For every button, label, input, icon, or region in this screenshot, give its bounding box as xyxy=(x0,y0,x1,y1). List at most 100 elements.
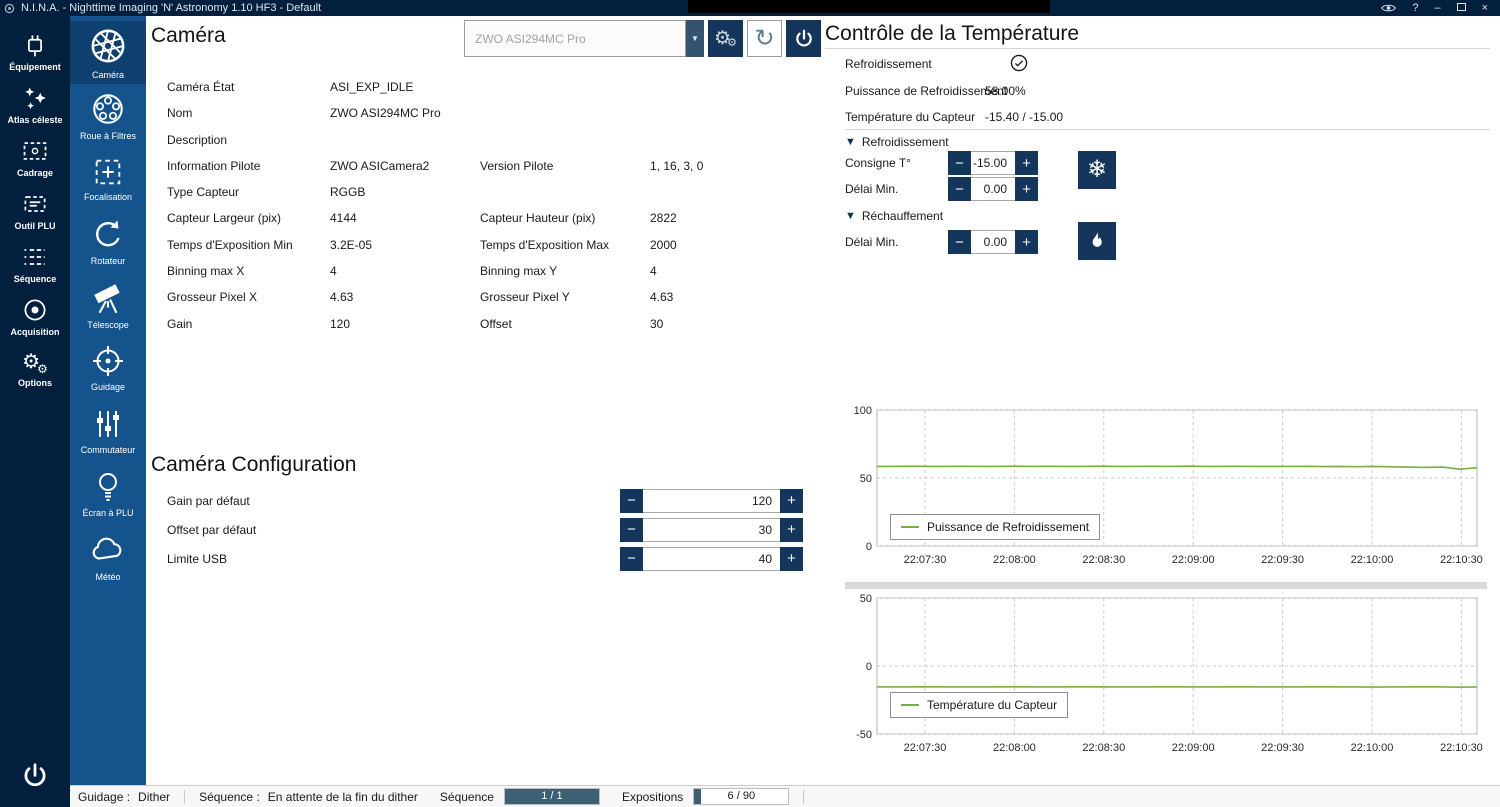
config-row-gain: Gain par défaut − + xyxy=(167,486,805,515)
info-value: 3.2E-05 xyxy=(330,237,373,252)
refresh-icon: ↻ xyxy=(754,25,775,52)
maximize-button[interactable] xyxy=(1456,1,1466,15)
minimize-button[interactable]: – xyxy=(1434,1,1440,15)
device-toolbar: ZWO ASI294MC Pro ▼ ⚙ ⚙ ↻ xyxy=(464,20,821,57)
sidebar-item-options[interactable]: ⚙ ⚙ Options xyxy=(0,343,70,396)
svg-text:22:08:30: 22:08:30 xyxy=(1082,554,1125,566)
imaging-icon xyxy=(21,296,49,324)
svg-text:22:10:00: 22:10:00 xyxy=(1351,742,1394,754)
flat-wizard-icon xyxy=(21,190,49,218)
decrement-button[interactable]: − xyxy=(620,517,643,542)
info-value xyxy=(650,127,790,153)
start-cooling-button[interactable]: ❄ xyxy=(1078,151,1116,189)
rescan-devices-button[interactable]: ↻ xyxy=(747,20,782,57)
cooling-duration-input[interactable] xyxy=(971,177,1015,201)
info-label: Version Pilote xyxy=(480,158,554,173)
warming-duration-input[interactable] xyxy=(971,230,1015,254)
cooler-label: Refroidissement xyxy=(845,57,932,71)
chevron-down-icon: ▼ xyxy=(691,34,699,43)
cooling-expander[interactable]: ▼ Refroidissement xyxy=(845,135,949,149)
chevron-down-icon: ▼ xyxy=(845,136,856,148)
connect-camera-button[interactable] xyxy=(786,20,821,57)
divider xyxy=(845,129,1490,130)
increment-button[interactable]: + xyxy=(780,488,803,513)
light-bulb-icon xyxy=(90,469,126,505)
shutdown-button[interactable] xyxy=(0,761,70,791)
divider xyxy=(825,48,1490,49)
rotator-icon xyxy=(90,217,126,253)
equipment-tab-focuser[interactable]: Focalisation xyxy=(70,147,146,210)
info-value: 4.63 xyxy=(650,290,674,305)
camera-select-value: ZWO ASI294MC Pro xyxy=(475,31,586,46)
sidebar-item-imaging[interactable]: Acquisition xyxy=(0,290,70,343)
equipment-tab-guider[interactable]: Guidage xyxy=(70,336,146,399)
chart-splitter[interactable] xyxy=(845,582,1487,589)
sequence-progress-text: 1 / 1 xyxy=(541,790,563,802)
info-value: RGGB xyxy=(330,185,366,200)
target-temp-input[interactable] xyxy=(971,151,1015,175)
decrement-button[interactable]: − xyxy=(948,151,971,175)
decrement-button[interactable]: − xyxy=(620,546,643,571)
svg-text:22:10:00: 22:10:00 xyxy=(1351,554,1394,566)
info-value: 4144 xyxy=(330,211,357,226)
equipment-tab-switch[interactable]: Commutateur xyxy=(70,399,146,462)
sidebar-item-equipment[interactable]: Équipement xyxy=(0,25,70,78)
usb-limit-input[interactable] xyxy=(643,546,780,571)
sidebar-item-sequence[interactable]: Séquence xyxy=(0,237,70,290)
camera-select-dropdown-button[interactable]: ▼ xyxy=(686,20,704,57)
framing-icon xyxy=(21,137,49,165)
info-label xyxy=(480,127,650,153)
info-label: Binning max X xyxy=(167,264,245,279)
equipment-icon xyxy=(21,31,49,59)
window-title: N.I.N.A. - Nighttime Imaging 'N' Astrono… xyxy=(21,2,322,14)
decrement-button[interactable]: − xyxy=(620,488,643,513)
focuser-icon xyxy=(91,155,125,189)
sidebar-item-framing[interactable]: Cadrage xyxy=(0,131,70,184)
equipment-tab-weather[interactable]: Météo xyxy=(70,525,146,588)
power-icon xyxy=(20,761,50,791)
svg-text:22:08:30: 22:08:30 xyxy=(1082,742,1125,754)
options-gears-icon: ⚙ ⚙ xyxy=(22,350,48,376)
help-button[interactable]: ? xyxy=(1412,1,1418,15)
svg-text:22:09:00: 22:09:00 xyxy=(1172,742,1215,754)
equipment-tab-flat-panel[interactable]: Écran à PLU xyxy=(70,462,146,525)
equipment-tab-telescope[interactable]: Télescope xyxy=(70,273,146,336)
decrement-button[interactable]: − xyxy=(948,177,971,201)
start-warming-button[interactable] xyxy=(1078,222,1116,260)
filter-wheel-icon xyxy=(89,90,127,128)
decrement-button[interactable]: − xyxy=(948,230,971,254)
increment-button[interactable]: + xyxy=(1015,177,1038,201)
info-label: Binning max Y xyxy=(480,264,558,279)
camera-settings-button[interactable]: ⚙ ⚙ xyxy=(708,20,743,57)
sensor-temp-chart: -50 0 50 22:07:30 22:08:00 22:08:30 22:09:00 22… xyxy=(845,590,1487,762)
svg-text:22:09:30: 22:09:30 xyxy=(1261,554,1304,566)
cooling-duration-stepper: − + xyxy=(948,177,1038,201)
increment-button[interactable]: + xyxy=(1015,230,1038,254)
exposures-progress-label: Expositions xyxy=(621,789,684,804)
close-button[interactable]: × xyxy=(1482,1,1488,15)
camera-select[interactable]: ZWO ASI294MC Pro xyxy=(464,20,686,57)
cooler-on-check-icon[interactable] xyxy=(1010,54,1028,72)
increment-button[interactable]: + xyxy=(780,546,803,571)
info-value xyxy=(330,127,480,153)
offset-default-input[interactable] xyxy=(643,517,780,542)
switch-icon xyxy=(90,406,126,442)
increment-button[interactable]: + xyxy=(1015,151,1038,175)
info-label: Caméra État xyxy=(167,80,235,94)
increment-button[interactable]: + xyxy=(780,517,803,542)
divider xyxy=(803,789,805,804)
equipment-tab-filter-wheel[interactable]: Roue à Filtres xyxy=(70,84,146,147)
sidebar-item-flat-wizard[interactable]: Outil PLU xyxy=(0,184,70,237)
content-area: Caméra ZWO ASI294MC Pro ▼ ⚙ ⚙ ↻ Caméra É… xyxy=(146,16,1500,785)
gain-default-input[interactable] xyxy=(643,488,780,513)
target-temp-stepper: − + xyxy=(948,151,1038,175)
warming-expander[interactable]: ▼ Réchauffement xyxy=(845,209,943,223)
legend-line-sample xyxy=(901,526,919,528)
svg-text:100: 100 xyxy=(854,405,872,417)
equipment-tab-camera[interactable]: Caméra xyxy=(70,21,146,84)
eye-icon[interactable] xyxy=(1381,3,1397,13)
equipment-tab-rotator[interactable]: Rotateur xyxy=(70,210,146,273)
sidebar-item-sky-atlas[interactable]: Atlas céleste xyxy=(0,78,70,131)
equipment-sidebar: Caméra Roue à Filtres Focalisation Rotat… xyxy=(70,16,146,785)
warming-expander-label: Réchauffement xyxy=(861,209,944,223)
